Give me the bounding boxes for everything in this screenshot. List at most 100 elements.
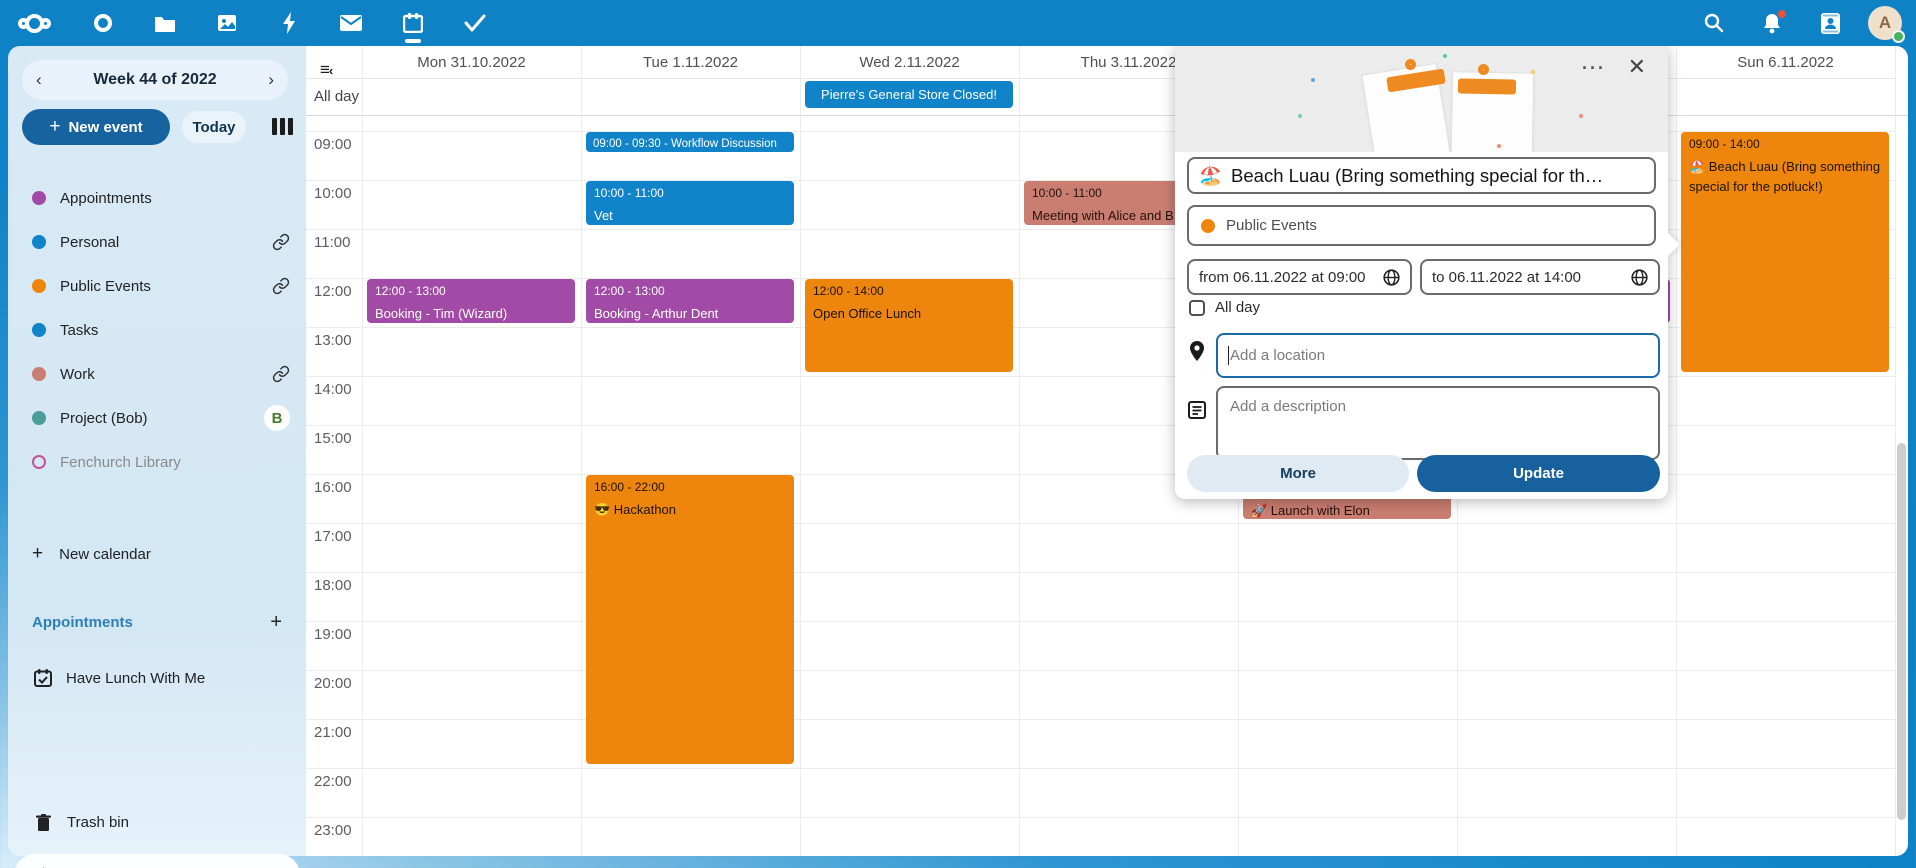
sidebar-calendar-project-bob-[interactable]: Project (Bob)B: [8, 396, 306, 440]
hour-label: 13:00: [314, 332, 352, 349]
allday-event[interactable]: Pierre's General Store Closed!: [805, 81, 1013, 108]
column-divider: [1895, 46, 1896, 856]
sidebar-calendar-personal[interactable]: Personal: [8, 220, 306, 264]
column-divider: [581, 46, 582, 856]
calendar-picker-select[interactable]: Public Events: [1187, 205, 1656, 246]
add-appointment-button[interactable]: +: [270, 611, 282, 634]
calendar-name: Appointments: [60, 190, 290, 207]
contacts-icon[interactable]: [1810, 0, 1850, 46]
new-calendar-button[interactable]: + New calendar: [8, 532, 306, 576]
all-day-checkbox[interactable]: [1189, 300, 1205, 316]
hour-gridline: [306, 670, 1895, 671]
text-cursor: [1228, 346, 1229, 365]
sidebar-calendar-work[interactable]: Work: [8, 352, 306, 396]
more-button[interactable]: More: [1187, 455, 1409, 492]
sidebar: ‹ Week 44 of 2022 › + New event Today Ap…: [8, 46, 306, 856]
calendar-name: Fenchurch Library: [60, 454, 290, 471]
sidebar-calendar-appointments[interactable]: Appointments: [8, 176, 306, 220]
user-avatar[interactable]: A: [1868, 6, 1902, 40]
calendar-event[interactable]: 09:00 - 14:00🏖️ Beach Luau (Bring someth…: [1681, 132, 1889, 372]
notifications-bell-icon[interactable]: [1752, 0, 1792, 46]
more-actions-icon[interactable]: ···: [1582, 58, 1606, 79]
sidebar-calendar-public-events[interactable]: Public Events: [8, 264, 306, 308]
mail-app-icon[interactable]: [331, 0, 371, 46]
today-button[interactable]: Today: [182, 111, 246, 143]
search-icon[interactable]: [1694, 0, 1734, 46]
share-link-icon[interactable]: [272, 277, 290, 295]
calendar-event[interactable]: 12:00 - 13:00Booking - Tim (Wizard): [367, 279, 575, 323]
event-time: 10:00 - 11:00: [594, 184, 786, 202]
calendar-event[interactable]: 12:00 - 13:00Booking - Arthur Dent: [586, 279, 794, 323]
day-header: Tue 1.11.2022: [581, 54, 800, 71]
hour-label: 17:00: [314, 528, 352, 545]
activity-app-icon[interactable]: [269, 0, 309, 46]
event-title: Vet: [594, 206, 786, 225]
description-input[interactable]: Add a description: [1216, 386, 1660, 460]
calendar-settings-button[interactable]: ⚙ Calendar settings: [14, 854, 300, 868]
hour-label: 21:00: [314, 724, 352, 741]
hour-label: 11:00: [314, 234, 350, 251]
end-datetime-input[interactable]: to 06.11.2022 at 14:00: [1420, 259, 1660, 295]
column-divider: [1019, 46, 1020, 856]
timezone-globe-icon[interactable]: [1383, 269, 1400, 286]
vertical-scrollbar[interactable]: [1897, 443, 1906, 820]
nextcloud-calendar-app: A ‹ Week 44 of 2022 › + New event Today …: [0, 0, 1916, 868]
calendar-name: Project (Bob): [60, 410, 264, 427]
day-header: Sun 6.11.2022: [1676, 54, 1895, 71]
description-icon: [1188, 401, 1206, 419]
location-input[interactable]: Add a location: [1216, 333, 1660, 378]
all-day-row-label: All day: [314, 88, 359, 105]
online-status-dot: [1892, 30, 1905, 43]
new-event-button[interactable]: + New event: [22, 109, 170, 145]
event-title: Booking - Tim (Wizard): [375, 304, 567, 323]
close-icon[interactable]: ✕: [1628, 54, 1646, 80]
share-link-icon[interactable]: [272, 365, 290, 383]
hour-label: 16:00: [314, 479, 352, 496]
hour-gridline: [306, 817, 1895, 818]
previous-week-button[interactable]: ‹: [36, 70, 42, 90]
event-title-emoji: 🏖️: [1199, 165, 1222, 187]
calendar-event[interactable]: 12:00 - 14:00Open Office Lunch: [805, 279, 1013, 372]
notification-badge: [1778, 10, 1786, 18]
start-datetime-input[interactable]: from 06.11.2022 at 09:00: [1187, 259, 1412, 295]
next-week-button[interactable]: ›: [268, 70, 274, 90]
update-button[interactable]: Update: [1417, 455, 1660, 492]
nextcloud-logo-icon[interactable]: [18, 14, 51, 33]
sidebar-calendar-fenchurch-library[interactable]: Fenchurch Library: [8, 440, 306, 484]
event-time: 12:00 - 13:00: [594, 282, 786, 300]
tasks-app-icon[interactable]: [455, 0, 495, 46]
week-label: Week 44 of 2022: [93, 71, 216, 89]
talk-app-icon[interactable]: [83, 0, 123, 46]
calendar-app-icon[interactable]: [393, 0, 433, 46]
calendar-event[interactable]: 16:00 - 22:00😎 Hackathon: [586, 475, 794, 764]
event-title: 🚀 Launch with Elon: [1251, 501, 1443, 519]
hour-label: 23:00: [314, 822, 352, 839]
calendar-event[interactable]: 09:00 - 09:30 - Workflow Discussion: [586, 132, 794, 152]
appointment-item[interactable]: Have Lunch With Me: [8, 656, 306, 700]
calendar-color-dot: [32, 411, 46, 425]
calendar-list: Appointments Personal Public EventsTasks Wo…: [8, 176, 306, 484]
calendar-name: Personal: [60, 234, 272, 251]
timezone-globe-icon[interactable]: [1631, 269, 1648, 286]
trash-bin-item[interactable]: Trash bin: [8, 801, 306, 843]
column-divider: [800, 46, 801, 856]
view-menu-icon[interactable]: ≡‹: [320, 60, 333, 80]
files-app-icon[interactable]: [145, 0, 185, 46]
column-divider: [362, 46, 363, 856]
hour-label: 09:00: [314, 136, 352, 153]
photos-app-icon[interactable]: [207, 0, 247, 46]
week-view-columns-icon[interactable]: [272, 118, 293, 135]
calendar-color-dot: [32, 235, 46, 249]
all-day-toggle[interactable]: All day: [1189, 299, 1260, 316]
event-title-input[interactable]: 🏖️ Beach Luau (Bring something special f…: [1187, 157, 1656, 194]
hour-label: 18:00: [314, 577, 352, 594]
share-link-icon[interactable]: [272, 233, 290, 251]
active-app-indicator: [405, 39, 421, 43]
plus-icon: +: [32, 543, 43, 565]
calendar-event[interactable]: 10:00 - 11:00 Vet: [586, 181, 794, 225]
calendar-name: Work: [60, 366, 272, 383]
sidebar-calendar-tasks[interactable]: Tasks: [8, 308, 306, 352]
trash-icon: [36, 814, 51, 831]
hour-label: 22:00: [314, 773, 352, 790]
shared-user-badge: B: [264, 405, 290, 431]
